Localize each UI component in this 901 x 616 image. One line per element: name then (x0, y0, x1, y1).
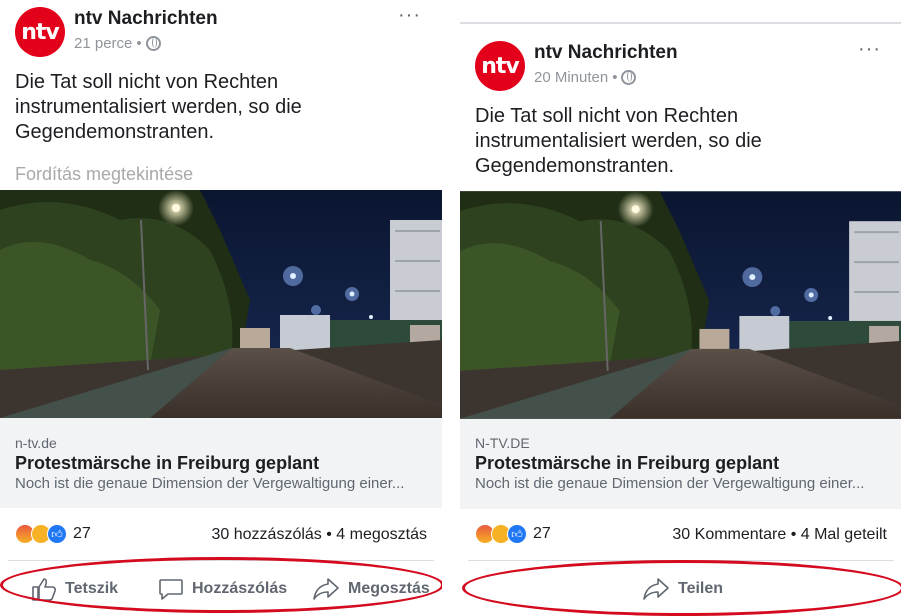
post-text: Die Tat soll nicht von Rechten instrumen… (15, 71, 302, 143)
link-title: Protestmärsche in Freiburg geplant (15, 453, 320, 473)
link-preview-image[interactable] (460, 191, 901, 419)
link-preview[interactable]: n-tv.de Protestmärsche in Freiburg gepla… (0, 418, 442, 508)
reaction-count: 27 (533, 525, 551, 542)
post-meta: 21 perce • (74, 35, 161, 52)
link-preview[interactable]: N-TV.DE Protestmärsche in Freiburg gepla… (460, 419, 901, 509)
reaction-count: 27 (73, 525, 91, 542)
engagement-stats[interactable]: 30 Kommentare • 4 Mal geteilt (672, 526, 887, 544)
globe-icon (621, 70, 637, 85)
annotation-ellipse (462, 560, 901, 616)
link-domain: N-TV.DE (475, 435, 530, 451)
page-name[interactable]: ntv Nachrichten (74, 8, 218, 30)
like-reaction-icon: 👍︎ (47, 524, 67, 544)
post-time[interactable]: 20 Minuten (534, 69, 608, 86)
annotation-ellipse (0, 557, 444, 613)
ntv-logo-icon[interactable]: ntv (15, 7, 65, 57)
translate-link[interactable]: Fordítás megtekintése (15, 164, 193, 185)
post-divider (442, 0, 460, 614)
post-time[interactable]: 21 perce (74, 35, 132, 52)
post-card-german: ntv ntv Nachrichten 20 Minuten • ··· Die… (460, 24, 901, 616)
meta-separator: • (612, 69, 618, 86)
more-icon[interactable]: ··· (858, 38, 881, 61)
link-title: Protestmärsche in Freiburg geplant (475, 453, 780, 473)
post-meta: 20 Minuten • (534, 69, 637, 86)
post-text: Die Tat soll nicht von Rechten instrumen… (475, 105, 762, 177)
link-description: Noch ist die genaue Dimension der Vergew… (475, 475, 865, 492)
engagement-stats[interactable]: 30 hozzászólás • 4 megosztás (212, 526, 428, 544)
meta-separator: • (136, 35, 142, 52)
like-reaction-icon: 👍︎ (507, 524, 527, 544)
link-description: Noch ist die genaue Dimension der Vergew… (15, 475, 405, 492)
link-preview-image[interactable] (0, 190, 442, 418)
post-card-hungarian: ntv ntv Nachrichten 21 perce • ··· Die T… (0, 0, 444, 614)
more-icon[interactable]: ··· (398, 4, 421, 27)
reaction-summary[interactable]: 👍︎ 27 (15, 524, 91, 544)
link-domain: n-tv.de (15, 435, 57, 451)
globe-icon (145, 36, 161, 51)
page-name[interactable]: ntv Nachrichten (534, 42, 678, 64)
ntv-logo-icon[interactable]: ntv (475, 41, 525, 91)
reaction-summary[interactable]: 👍︎ 27 (475, 524, 551, 544)
